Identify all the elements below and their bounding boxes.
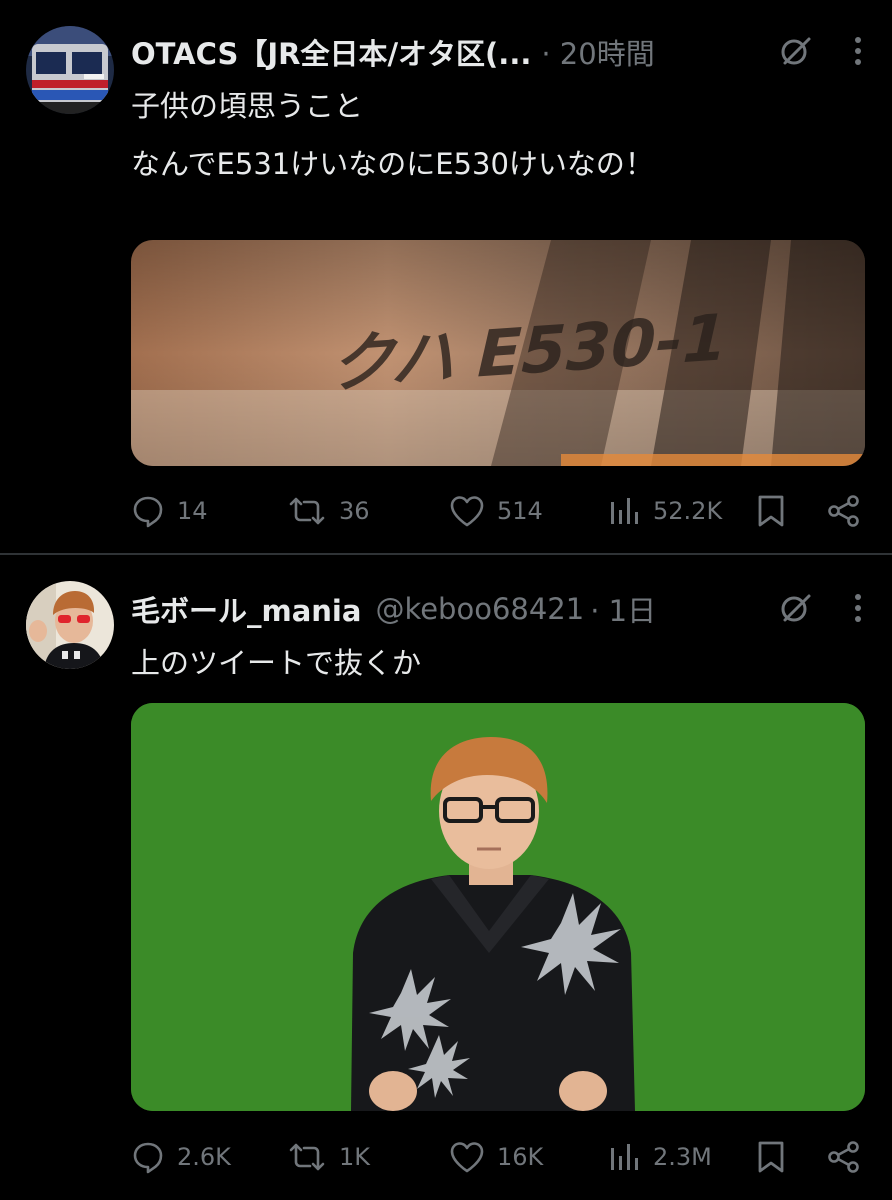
timestamp[interactable]: · 1日 xyxy=(590,588,656,630)
share-button[interactable] xyxy=(827,1137,861,1177)
more-icon[interactable] xyxy=(854,36,862,70)
retweet-count: 1K xyxy=(339,1143,371,1171)
reply-icon xyxy=(131,494,165,528)
bookmark-button[interactable] xyxy=(757,1137,785,1177)
reply-icon xyxy=(131,1140,165,1174)
retweet-button[interactable]: 36 xyxy=(287,491,370,531)
action-bar: 14 36 514 52.2K xyxy=(131,491,861,531)
bookmark-icon xyxy=(757,494,785,528)
views-count: 2.3M xyxy=(653,1143,712,1171)
reply-count: 14 xyxy=(177,497,208,525)
views-count: 52.2K xyxy=(653,497,723,525)
retweet-button[interactable]: 1K xyxy=(287,1137,370,1177)
action-bar: 2.6K 1K 16K 2.3M xyxy=(131,1137,861,1177)
bookmark-button[interactable] xyxy=(757,491,785,531)
like-count: 514 xyxy=(497,497,543,525)
avatar[interactable] xyxy=(26,581,114,669)
tweet-text: 子供の頃思うこと なんでE531けいなのにE530けいなの！ xyxy=(131,89,654,181)
timestamp[interactable]: · 20時間 xyxy=(541,31,654,73)
like-count: 16K xyxy=(497,1143,544,1171)
grok-icon[interactable] xyxy=(778,34,812,72)
reply-button[interactable]: 2.6K xyxy=(131,1137,231,1177)
avatar[interactable] xyxy=(26,26,114,114)
bookmark-icon xyxy=(757,1140,785,1174)
views-icon xyxy=(609,494,641,528)
tweet-photo[interactable]: クハ E530-1 xyxy=(131,240,865,466)
views-icon xyxy=(609,1140,641,1174)
share-icon xyxy=(827,494,861,528)
tweet-1[interactable]: OTACS【JR全日本/オタ区(... · 20時間 子供の頃思うこと なんでE… xyxy=(0,0,892,553)
share-button[interactable] xyxy=(827,491,861,531)
retweet-count: 36 xyxy=(339,497,370,525)
retweet-icon xyxy=(287,494,327,528)
like-button[interactable]: 16K xyxy=(449,1137,543,1177)
tweet-photo[interactable] xyxy=(131,703,865,1111)
more-icon[interactable] xyxy=(854,593,862,627)
display-name[interactable]: 毛ボール_mania xyxy=(131,588,361,630)
views-button[interactable]: 52.2K xyxy=(609,491,722,531)
tweet-2[interactable]: 毛ボール_mania @keboo68421 · 1日 上のツイートで抜くか 2… xyxy=(0,555,892,1200)
views-button[interactable]: 2.3M xyxy=(609,1137,712,1177)
retweet-icon xyxy=(287,1140,327,1174)
share-icon xyxy=(827,1140,861,1174)
display-name[interactable]: OTACS【JR全日本/オタ区(... xyxy=(131,31,531,73)
reply-count: 2.6K xyxy=(177,1143,231,1171)
like-icon xyxy=(449,494,485,528)
handle[interactable]: @keboo68421 xyxy=(375,592,584,626)
like-button[interactable]: 514 xyxy=(449,491,543,531)
grok-icon[interactable] xyxy=(778,591,812,629)
tweet-text: 上のツイートで抜くか xyxy=(131,646,422,680)
like-icon xyxy=(449,1140,485,1174)
reply-button[interactable]: 14 xyxy=(131,491,208,531)
